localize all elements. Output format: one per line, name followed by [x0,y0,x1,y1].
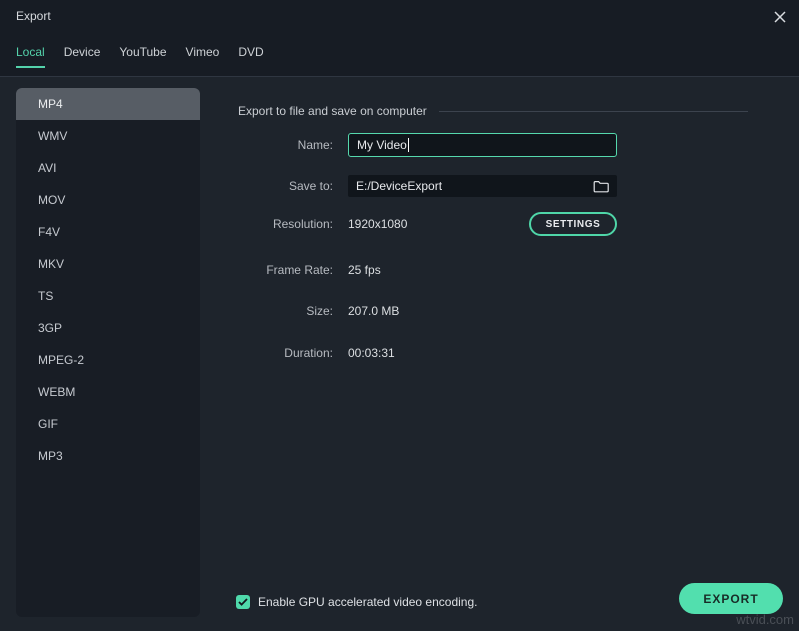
format-item-f4v[interactable]: F4V [16,216,200,248]
section-title: Export to file and save on computer [238,104,427,118]
name-value: My Video [357,138,407,152]
frame-rate-value: 25 fps [348,263,381,277]
watermark: wtvid.com [736,612,794,627]
resolution-label: Resolution: [238,217,333,231]
format-item-wmv[interactable]: WMV [16,120,200,152]
format-item-webm[interactable]: WEBM [16,376,200,408]
duration-row: Duration: 00:03:31 [238,340,395,366]
format-item-mp4[interactable]: MP4 [16,88,200,120]
frame-rate-label: Frame Rate: [238,263,333,277]
duration-label: Duration: [238,346,333,360]
gpu-encoding-checkbox[interactable] [236,595,250,609]
name-label: Name: [238,138,333,152]
save-to-row: Save to: E:/DeviceExport [238,173,617,199]
format-item-gif[interactable]: GIF [16,408,200,440]
format-item-mov[interactable]: MOV [16,184,200,216]
export-button[interactable]: EXPORT [679,583,783,614]
gpu-encoding-label: Enable GPU accelerated video encoding. [258,595,477,609]
export-tabs: Local Device YouTube Vimeo DVD [16,45,264,68]
tab-local[interactable]: Local [16,45,45,68]
gpu-encoding-row: Enable GPU accelerated video encoding. [236,595,477,609]
format-item-mp3[interactable]: MP3 [16,440,200,472]
section-divider [439,111,748,112]
frame-rate-row: Frame Rate: 25 fps [238,257,381,283]
duration-value: 00:03:31 [348,346,395,360]
name-row: Name: My Video [238,132,617,158]
size-value: 207.0 MB [348,304,399,318]
resolution-value: 1920x1080 [348,217,407,231]
section-header: Export to file and save on computer [238,104,748,118]
name-input[interactable]: My Video [348,133,617,157]
check-icon [238,598,248,606]
format-item-mkv[interactable]: MKV [16,248,200,280]
format-list: MP4 WMV AVI MOV F4V MKV TS 3GP MPEG-2 WE… [16,88,200,617]
format-item-ts[interactable]: TS [16,280,200,312]
tab-youtube[interactable]: YouTube [119,45,166,68]
save-to-input[interactable]: E:/DeviceExport [348,175,617,197]
format-item-avi[interactable]: AVI [16,152,200,184]
close-icon[interactable] [771,8,789,26]
export-dialog: Export Local Device YouTube Vimeo DVD MP… [0,0,799,631]
format-item-3gp[interactable]: 3GP [16,312,200,344]
dialog-title: Export [16,9,51,23]
tab-vimeo[interactable]: Vimeo [186,45,220,68]
save-to-value: E:/DeviceExport [356,179,442,193]
folder-icon[interactable] [593,180,609,193]
format-item-mpeg2[interactable]: MPEG-2 [16,344,200,376]
resolution-row: Resolution: 1920x1080 SETTINGS [238,211,617,237]
size-row: Size: 207.0 MB [238,298,399,324]
tab-dvd[interactable]: DVD [238,45,263,68]
tab-device[interactable]: Device [64,45,101,68]
size-label: Size: [238,304,333,318]
text-caret [408,138,409,152]
titlebar: Export Local Device YouTube Vimeo DVD [0,0,799,77]
settings-button[interactable]: SETTINGS [529,212,617,236]
save-to-label: Save to: [238,179,333,193]
